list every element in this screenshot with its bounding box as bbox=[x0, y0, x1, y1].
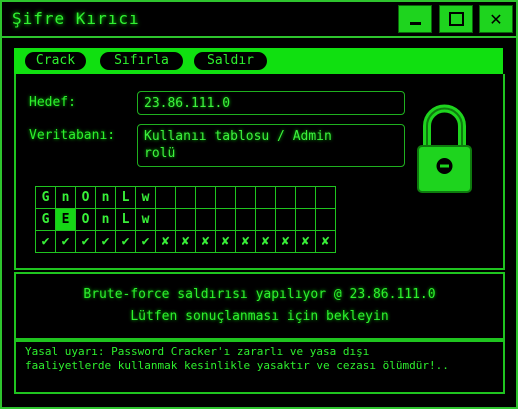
grid-cell bbox=[215, 208, 236, 231]
grid-row-status: ✔ ✔ ✔ ✔ ✔ ✔ ✘ ✘ ✘ ✘ ✘ ✘ ✘ ✘ ✘ bbox=[35, 230, 336, 253]
database-input[interactable]: Kullanıı tablosu / Admin rolü bbox=[137, 124, 405, 167]
check-icon: ✔ bbox=[115, 230, 136, 253]
grid-cell: L bbox=[115, 208, 136, 231]
grid-cell bbox=[195, 208, 216, 231]
grid-cell bbox=[175, 186, 196, 209]
warning-line-2: faaliyetlerde kullanmak kesinlikle yasak… bbox=[25, 359, 449, 372]
grid-cell: G bbox=[35, 208, 56, 231]
grid-cell bbox=[235, 208, 256, 231]
grid-cell bbox=[195, 186, 216, 209]
grid-cell bbox=[295, 208, 316, 231]
database-value-line2: rolü bbox=[144, 146, 176, 161]
cross-icon: ✘ bbox=[235, 230, 256, 253]
grid-cell-active: E bbox=[55, 208, 76, 231]
grid-cell bbox=[255, 208, 276, 231]
status-line-1: Brute-force saldırısı yapılıyor @ 23.86.… bbox=[83, 287, 436, 302]
grid-cell: L bbox=[115, 186, 136, 209]
check-icon: ✔ bbox=[135, 230, 156, 253]
grid-cell bbox=[235, 186, 256, 209]
padlock-icon bbox=[417, 104, 472, 193]
app-window: Şifre Kırıcı ✕ Crack Sıfırla Saldır Hede… bbox=[0, 0, 518, 409]
target-value: 23.86.111.0 bbox=[144, 96, 231, 111]
tab-attack[interactable]: Saldır bbox=[194, 52, 267, 70]
grid-cell: n bbox=[95, 208, 116, 231]
maximize-icon bbox=[448, 12, 464, 26]
grid-cell bbox=[255, 186, 276, 209]
grid-row-current: G E O n L w bbox=[35, 208, 336, 231]
cross-icon: ✘ bbox=[295, 230, 316, 253]
grid-cell: w bbox=[135, 186, 156, 209]
status-line-2: Lütfen sonuçlanması için bekleyin bbox=[130, 309, 389, 324]
minimize-button[interactable] bbox=[398, 5, 432, 33]
check-icon: ✔ bbox=[75, 230, 96, 253]
grid-cell bbox=[155, 186, 176, 209]
grid-cell bbox=[315, 208, 336, 231]
grid-cell bbox=[315, 186, 336, 209]
tab-bar: Crack Sıfırla Saldır bbox=[14, 48, 503, 74]
cross-icon: ✘ bbox=[255, 230, 276, 253]
grid-row-guess: G n O n L w bbox=[35, 186, 336, 209]
password-grid: G n O n L w G E O n L w ✔ ✔ ✔ ✔ ✔ ✔ ✘ ✘ … bbox=[35, 186, 336, 253]
grid-cell bbox=[275, 186, 296, 209]
status-panel: Brute-force saldırısı yapılıyor @ 23.86.… bbox=[14, 272, 505, 340]
minimize-icon bbox=[409, 21, 421, 25]
grid-cell bbox=[215, 186, 236, 209]
cross-icon: ✘ bbox=[215, 230, 236, 253]
legal-warning: Yasal uyarı: Password Cracker'ı zararlı … bbox=[14, 340, 505, 394]
database-value-line1: Kullanıı tablosu / Admin bbox=[144, 129, 332, 144]
target-label: Hedef: bbox=[29, 95, 76, 110]
check-icon: ✔ bbox=[55, 230, 76, 253]
grid-cell: n bbox=[95, 186, 116, 209]
cross-icon: ✘ bbox=[315, 230, 336, 253]
grid-cell: w bbox=[135, 208, 156, 231]
cross-icon: ✘ bbox=[175, 230, 196, 253]
title-bar: Şifre Kırıcı ✕ bbox=[2, 2, 516, 38]
tab-reset[interactable]: Sıfırla bbox=[100, 52, 183, 70]
check-icon: ✔ bbox=[95, 230, 116, 253]
close-button[interactable]: ✕ bbox=[479, 5, 513, 33]
cross-icon: ✘ bbox=[275, 230, 296, 253]
close-icon: ✕ bbox=[489, 9, 503, 29]
grid-cell: O bbox=[75, 208, 96, 231]
check-icon: ✔ bbox=[35, 230, 56, 253]
grid-cell: G bbox=[35, 186, 56, 209]
grid-cell: n bbox=[55, 186, 76, 209]
grid-cell bbox=[175, 208, 196, 231]
tab-crack[interactable]: Crack bbox=[25, 52, 86, 70]
grid-cell bbox=[275, 208, 296, 231]
grid-cell: O bbox=[75, 186, 96, 209]
warning-line-1: Yasal uyarı: Password Cracker'ı zararlı … bbox=[25, 345, 370, 358]
target-input[interactable]: 23.86.111.0 bbox=[137, 91, 405, 115]
grid-cell bbox=[155, 208, 176, 231]
window-title: Şifre Kırıcı bbox=[12, 9, 140, 28]
database-label: Veritabanı: bbox=[29, 128, 116, 143]
cross-icon: ✘ bbox=[195, 230, 216, 253]
grid-cell bbox=[295, 186, 316, 209]
cross-icon: ✘ bbox=[155, 230, 176, 253]
maximize-button[interactable] bbox=[439, 5, 473, 33]
